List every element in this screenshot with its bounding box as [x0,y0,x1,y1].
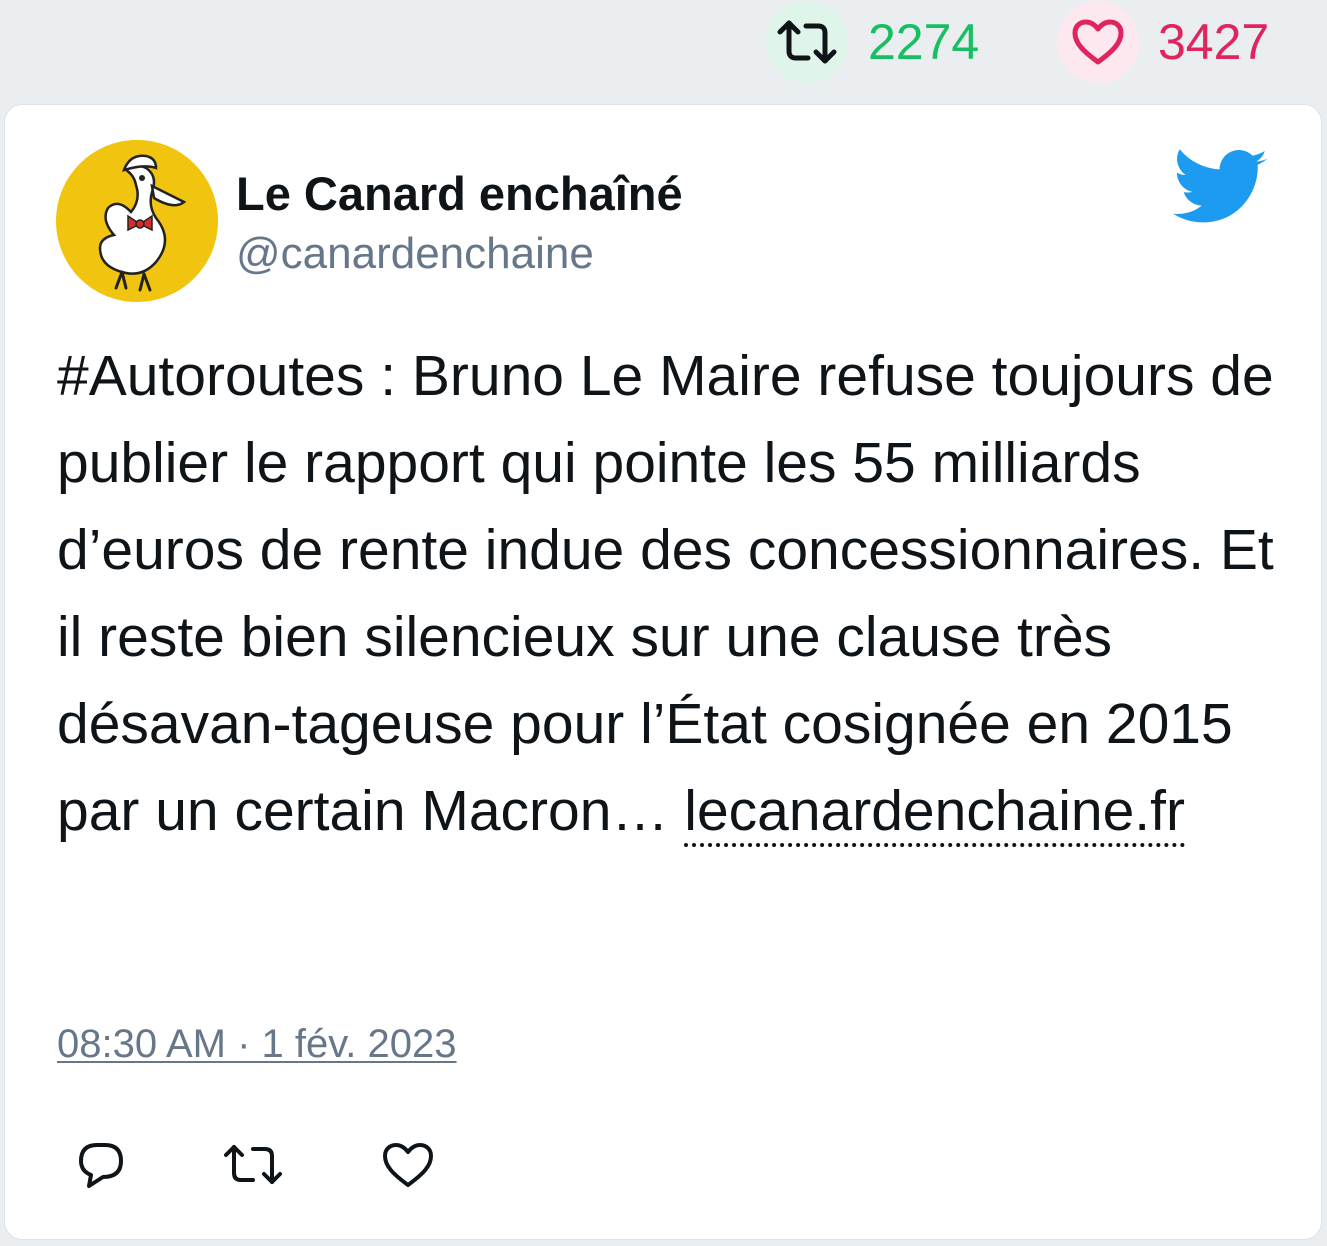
heart-icon [1072,19,1124,65]
like-count: 3427 [1158,14,1270,70]
duck-logo-icon [56,140,218,302]
engagement-stats: 2274 3427 [0,0,1327,100]
tweet-timestamp[interactable]: 08:30 AM · 1 fév. 2023 [57,1021,457,1067]
tweet-link[interactable]: lecanardenchaine.fr [684,779,1185,847]
author-avatar[interactable] [56,140,218,302]
reply-button[interactable] [71,1135,131,1195]
heart-icon [383,1143,433,1187]
author-handle[interactable]: @canardenchaine [236,229,594,279]
retweet-button[interactable] [221,1135,285,1195]
tweet-text: #Autoroutes : Bruno Le Maire refuse touj… [57,333,1297,855]
retweet-icon [777,20,837,64]
author-name[interactable]: Le Canard enchaîné [236,167,683,221]
retweet-stat-icon[interactable] [766,1,848,83]
tweet-card: Le Canard enchaîné @canardenchaine #Auto… [4,104,1322,1240]
like-button[interactable] [378,1135,438,1195]
retweet-icon [224,1145,282,1184]
retweet-count: 2274 [868,14,980,70]
tweet-body: #Autoroutes : Bruno Le Maire refuse touj… [57,344,1274,843]
twitter-bird-icon[interactable] [1173,149,1269,229]
like-stat-icon[interactable] [1057,1,1139,83]
reply-icon [79,1143,123,1188]
